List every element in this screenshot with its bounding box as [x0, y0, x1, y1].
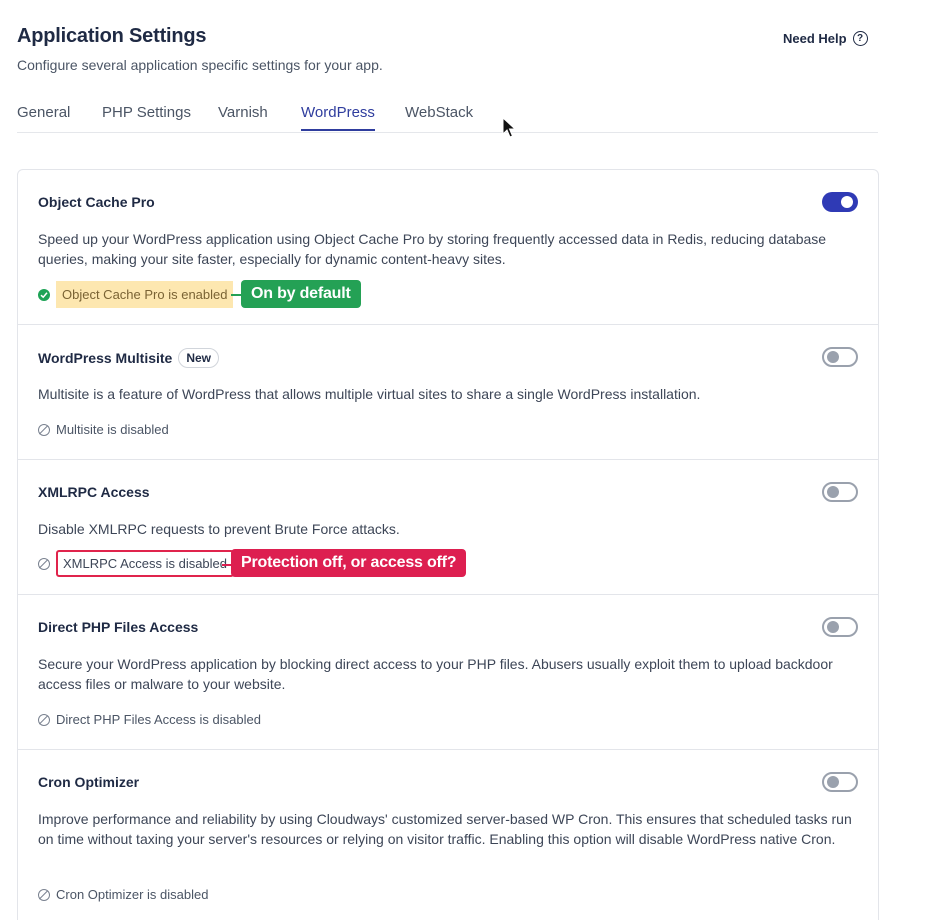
direct-php-files-toggle[interactable] — [822, 617, 858, 637]
ban-icon — [38, 557, 50, 570]
ban-icon — [38, 423, 50, 436]
tab-php-settings[interactable]: PHP Settings — [102, 104, 191, 129]
ban-icon — [38, 888, 50, 901]
status-row: Cron Optimizer is disabled — [38, 887, 208, 902]
status-row: XMLRPC Access is disabled — [38, 550, 235, 577]
callout-connector — [231, 294, 241, 296]
section-wordpress-multisite: WordPress Multisite New Multisite is a f… — [18, 325, 878, 460]
section-title: XMLRPC Access — [38, 484, 150, 500]
status-row: Direct PHP Files Access is disabled — [38, 712, 261, 727]
need-help-link[interactable]: Need Help ? — [783, 31, 868, 46]
tab-varnish[interactable]: Varnish — [218, 104, 268, 129]
xmlrpc-access-toggle[interactable] — [822, 482, 858, 502]
check-circle-icon — [38, 288, 50, 301]
toggle-knob — [827, 486, 839, 498]
toggle-knob — [827, 776, 839, 788]
protection-question-callout: Protection off, or access off? — [231, 549, 467, 577]
status-text: Direct PHP Files Access is disabled — [56, 712, 261, 727]
status-row: Multisite is disabled — [38, 422, 169, 437]
status-text: Object Cache Pro is enabled — [56, 281, 234, 308]
section-title: WordPress Multisite — [38, 350, 173, 366]
settings-tabs: General PHP Settings Varnish WordPress W… — [17, 104, 878, 133]
section-description: Multisite is a feature of WordPress that… — [38, 386, 701, 402]
status-text: Cron Optimizer is disabled — [56, 887, 209, 902]
wordpress-settings-card: Object Cache Pro Speed up your WordPress… — [17, 169, 879, 920]
toggle-knob — [827, 621, 839, 633]
section-title-row: WordPress Multisite New — [38, 348, 220, 368]
section-title: Object Cache Pro — [38, 194, 155, 210]
status-row: Object Cache Pro is enabled — [38, 281, 234, 308]
new-badge: New — [178, 348, 220, 368]
tab-wordpress[interactable]: WordPress — [301, 104, 375, 131]
status-text: XMLRPC Access is disabled — [56, 550, 235, 577]
ban-icon — [38, 713, 50, 726]
section-title: Direct PHP Files Access — [38, 619, 199, 635]
section-description: Secure your WordPress application by blo… — [38, 656, 833, 692]
need-help-label: Need Help — [783, 31, 847, 46]
object-cache-pro-toggle[interactable] — [822, 192, 858, 212]
section-description: Speed up your WordPress application usin… — [38, 231, 827, 267]
status-text: Multisite is disabled — [56, 422, 169, 437]
toggle-knob — [827, 351, 839, 363]
section-description: Disable XMLRPC requests to prevent Brute… — [38, 521, 400, 537]
tab-webstack[interactable]: WebStack — [405, 104, 473, 129]
section-title: Cron Optimizer — [38, 774, 140, 790]
mouse-pointer-icon — [502, 117, 516, 138]
multisite-toggle[interactable] — [822, 347, 858, 367]
toggle-knob — [841, 196, 853, 208]
cron-optimizer-toggle[interactable] — [822, 772, 858, 792]
tab-general[interactable]: General — [17, 104, 70, 129]
on-by-default-callout: On by default — [241, 280, 361, 308]
page-title: Application Settings — [17, 25, 207, 47]
page-subtitle: Configure several application specific s… — [17, 57, 383, 73]
section-object-cache-pro: Object Cache Pro Speed up your WordPress… — [18, 170, 878, 325]
section-direct-php-files-access: Direct PHP Files Access Secure your Word… — [18, 595, 878, 750]
question-circle-icon: ? — [852, 31, 868, 46]
section-cron-optimizer: Cron Optimizer Improve performance and r… — [18, 750, 878, 920]
section-description: Improve performance and reliability by u… — [38, 811, 852, 847]
